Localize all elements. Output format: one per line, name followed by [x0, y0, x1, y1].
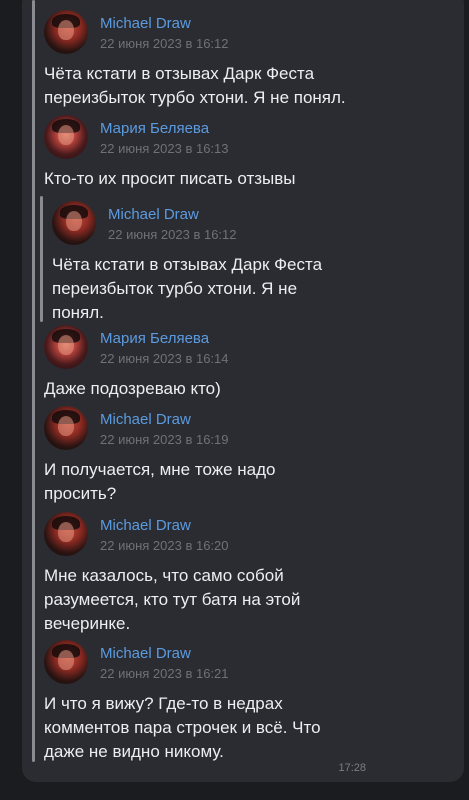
message-text: Чёта кстати в отзывах Дарк Феста переизб… — [52, 255, 323, 322]
message-text: И получается, мне тоже надо просить? — [44, 460, 276, 503]
author-name[interactable]: Michael Draw — [100, 517, 191, 534]
avatar[interactable] — [44, 640, 88, 684]
nested-forwarded-message: Michael Draw 22 июня 2023 в 16:12 Чёта к… — [52, 201, 452, 325]
message-date[interactable]: 22 июня 2023 в 16:20 — [100, 538, 229, 553]
author-name[interactable]: Michael Draw — [100, 15, 191, 32]
forwarded-message-1: Michael Draw 22 июня 2023 в 16:12 Чёта к… — [44, 10, 444, 110]
author-name[interactable]: Michael Draw — [108, 206, 199, 223]
avatar[interactable] — [44, 406, 88, 450]
message-text: Чёта кстати в отзывах Дарк Феста переизб… — [44, 64, 346, 107]
nested-quote-line — [40, 196, 43, 322]
author-name[interactable]: Michael Draw — [100, 645, 191, 662]
forward-quote-line — [32, 0, 35, 762]
avatar[interactable] — [44, 115, 88, 159]
avatar[interactable] — [44, 10, 88, 54]
forwarded-message-3: Мария Беляева 22 июня 2023 в 16:14 Даже … — [44, 325, 444, 401]
message-time: 17:28 — [338, 762, 366, 774]
message-date[interactable]: 22 июня 2023 в 16:21 — [100, 666, 229, 681]
author-name[interactable]: Michael Draw — [100, 411, 191, 428]
avatar[interactable] — [52, 201, 96, 245]
avatar[interactable] — [44, 512, 88, 556]
message-text: Даже подозреваю кто) — [44, 379, 221, 398]
message-date[interactable]: 22 июня 2023 в 16:12 — [108, 227, 237, 242]
message-date[interactable]: 22 июня 2023 в 16:14 — [100, 351, 229, 366]
forwarded-message-2: Мария Беляева 22 июня 2023 в 16:13 Кто-т… — [44, 115, 444, 191]
author-name[interactable]: Мария Беляева — [100, 120, 209, 137]
author-name[interactable]: Мария Беляева — [100, 330, 209, 347]
message-date[interactable]: 22 июня 2023 в 16:12 — [100, 36, 229, 51]
message-text: Мне казалось, что само собой разумеется,… — [44, 566, 301, 633]
avatar[interactable] — [44, 325, 88, 369]
message-date[interactable]: 22 июня 2023 в 16:19 — [100, 432, 229, 447]
forwarded-message-4: Michael Draw 22 июня 2023 в 16:19 И полу… — [44, 406, 444, 506]
message-text: Кто-то их просит писать отзывы — [44, 169, 296, 188]
forwarded-message-6: Michael Draw 22 июня 2023 в 16:21 И что … — [44, 640, 444, 764]
message-text: И что я вижу? Где-то в недрах комментов … — [44, 694, 321, 761]
forwarded-message-5: Michael Draw 22 июня 2023 в 16:20 Мне ка… — [44, 512, 444, 636]
message-date[interactable]: 22 июня 2023 в 16:13 — [100, 141, 229, 156]
